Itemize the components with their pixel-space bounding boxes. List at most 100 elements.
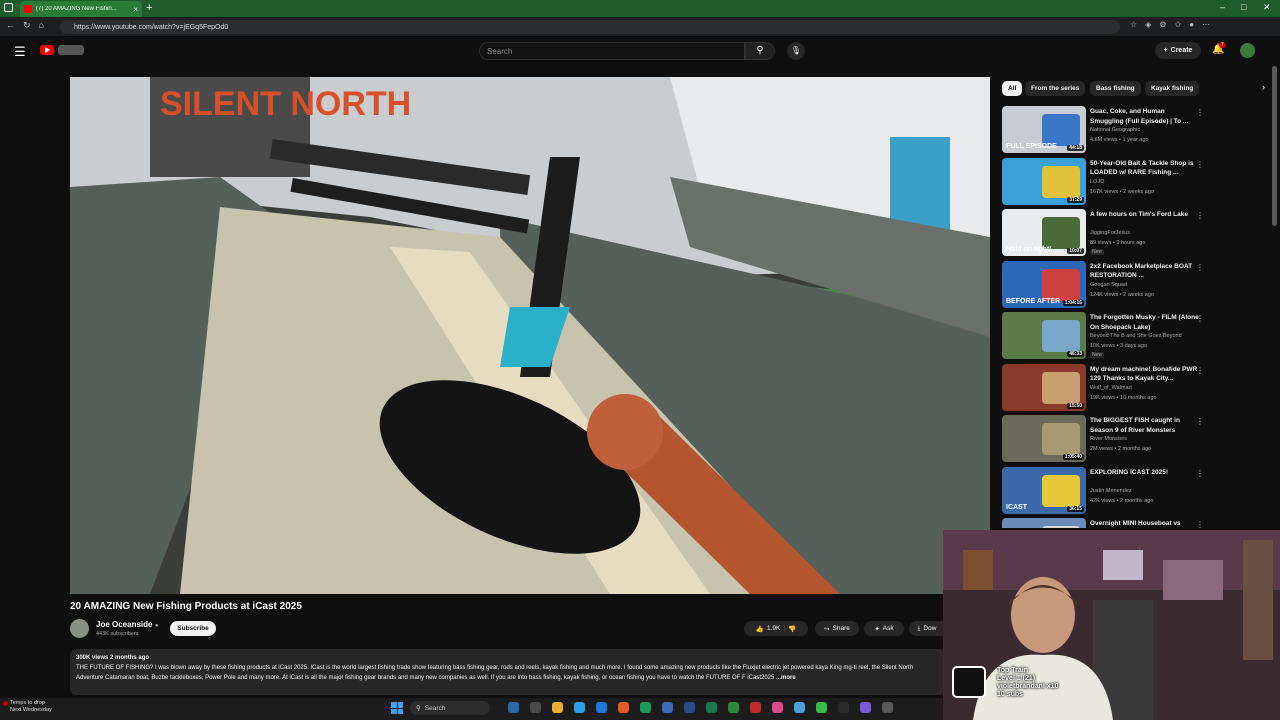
- channel-name[interactable]: JiggingForJesus: [1090, 230, 1130, 236]
- microphone-icon[interactable]: 🎙: [787, 42, 805, 60]
- close-window-icon[interactable]: ✕: [1263, 2, 1271, 13]
- more-options-icon[interactable]: ⋮: [1196, 366, 1204, 375]
- user-avatar[interactable]: [1240, 43, 1255, 58]
- new-tab-icon[interactable]: +: [146, 2, 152, 14]
- channel-avatar[interactable]: [70, 619, 89, 638]
- video-title[interactable]: 2x2 Facebook Marketplace BOAT RESTORATIO…: [1090, 262, 1200, 281]
- recommended-video[interactable]: 37:29 50-Year-Old Bait & Tackle Shop is L…: [1002, 157, 1266, 206]
- chip-bass-fishing[interactable]: Bass fishing: [1090, 81, 1141, 96]
- channel-name[interactable]: Beyond The B and She Goes Beyond: [1090, 333, 1182, 339]
- more-options-icon[interactable]: ⋮: [1196, 469, 1204, 478]
- more-options-icon[interactable]: ⋮: [1196, 108, 1204, 117]
- tab-close-icon[interactable]: ×: [133, 5, 138, 14]
- share-button[interactable]: ↪ Share: [815, 621, 859, 636]
- recommended-video[interactable]: ICAST 36:15 EXPLORING ICAST 2025! Justin Me…: [1002, 466, 1266, 515]
- video-thumbnail[interactable]: FULL EPISODE 44:18: [1002, 106, 1086, 153]
- back-icon[interactable]: ←: [6, 20, 15, 31]
- taskbar-app-icon[interactable]: [508, 702, 519, 713]
- video-title[interactable]: My dream machine! Bonafide PWR 129 Thank…: [1090, 365, 1200, 384]
- recommended-video[interactable]: Overnight MINI Houseboat vs ⋮: [1002, 518, 1266, 528]
- download-button[interactable]: ⤓ Dow: [909, 621, 945, 636]
- video-thumbnail[interactable]: [1002, 518, 1086, 528]
- video-thumbnail[interactable]: 46:33: [1002, 312, 1086, 359]
- recommended-video[interactable]: Hold on tight! 10:07 A few hours on Tim's …: [1002, 209, 1266, 257]
- extension-icon[interactable]: ◈: [1145, 20, 1151, 29]
- taskbar-app-icon[interactable]: [838, 702, 849, 713]
- taskbar-app-icon[interactable]: [728, 702, 739, 713]
- channel-name[interactable]: Wolf_of_Walmart: [1090, 385, 1132, 391]
- video-thumbnail[interactable]: 1:05:40: [1002, 415, 1086, 462]
- video-title[interactable]: EXPLORING ICAST 2025!: [1090, 468, 1200, 478]
- video-title[interactable]: 50-Year-Old Bait & Tackle Shop is LOADED…: [1090, 159, 1200, 178]
- youtube-logo-icon[interactable]: [40, 45, 54, 55]
- chips-next-icon[interactable]: ›: [1262, 82, 1265, 92]
- search-icon[interactable]: ⚲: [745, 42, 775, 60]
- maximize-icon[interactable]: □: [1241, 2, 1246, 12]
- taskbar-app-icon[interactable]: [552, 702, 563, 713]
- video-title[interactable]: A few hours on Tim's Ford Lake: [1090, 210, 1200, 220]
- taskbar-app-icon[interactable]: [860, 702, 871, 713]
- profile-icon[interactable]: ●: [1189, 20, 1194, 29]
- taskbar-app-icon[interactable]: [662, 702, 673, 713]
- show-more-link[interactable]: ...more: [776, 675, 796, 681]
- video-thumbnail[interactable]: Hold on tight! 10:07: [1002, 209, 1086, 256]
- channel-name[interactable]: National Geographic: [1090, 127, 1140, 133]
- subscribe-button[interactable]: Subscribe: [170, 621, 216, 636]
- video-title[interactable]: Guac, Coke, and Human Smuggling (Full Ep…: [1090, 107, 1200, 126]
- reload-icon[interactable]: ↻: [23, 20, 31, 31]
- thumbs-down-icon[interactable]: 👎: [788, 625, 796, 633]
- video-title[interactable]: Overnight MINI Houseboat vs: [1090, 519, 1200, 528]
- hamburger-menu-icon[interactable]: ☰: [14, 44, 26, 60]
- more-options-icon[interactable]: ⋮: [1196, 417, 1204, 426]
- video-description[interactable]: 300K views 2 months ago THE FUTURE OF FI…: [70, 649, 946, 695]
- taskbar-app-icon[interactable]: [530, 702, 541, 713]
- ask-button[interactable]: ✦ Ask: [864, 621, 904, 636]
- url-field[interactable]: https://www.youtube.com/watch?v=jEGq5Fep…: [60, 20, 1120, 34]
- home-icon[interactable]: ⌂: [39, 20, 44, 31]
- taskbar-app-icon[interactable]: [772, 702, 783, 713]
- taskbar-app-icon[interactable]: [706, 702, 717, 713]
- more-icon[interactable]: ⋯: [1202, 20, 1210, 29]
- extension-icon[interactable]: ⚙: [1159, 20, 1166, 29]
- taskbar-app-icon[interactable]: [882, 702, 893, 713]
- more-options-icon[interactable]: ⋮: [1196, 160, 1204, 169]
- more-options-icon[interactable]: ⋮: [1196, 314, 1204, 323]
- like-dislike-button[interactable]: 👍 1.9K | 👎: [744, 621, 808, 636]
- video-thumbnail[interactable]: 37:29: [1002, 157, 1086, 205]
- minimize-icon[interactable]: –: [1220, 2, 1225, 12]
- taskbar-app-icon[interactable]: [684, 702, 695, 713]
- more-options-icon[interactable]: ⋮: [1196, 211, 1204, 220]
- recommended-video[interactable]: 46:33 The Forgotten Musky - FILM (Alone O…: [1002, 312, 1266, 360]
- taskbar-app-icon[interactable]: [640, 702, 651, 713]
- taskbar-app-icon[interactable]: [750, 702, 761, 713]
- recommended-video[interactable]: 15:50 My dream machine! Bonafide PWR 129 …: [1002, 363, 1266, 412]
- video-thumbnail[interactable]: ICAST 36:15: [1002, 466, 1086, 514]
- recommended-video[interactable]: FULL EPISODE 44:18 Guac, Coke, and Human S…: [1002, 106, 1266, 154]
- chip-from-the-series[interactable]: From the series: [1025, 81, 1086, 96]
- browser-tab[interactable]: (7) 20 AMAZING New Fishin... ×: [20, 1, 142, 17]
- windows-start-icon[interactable]: [391, 702, 403, 714]
- more-options-icon[interactable]: ⋮: [1196, 520, 1204, 528]
- weather-widget[interactable]: Temps to drop Next Wednesday: [10, 700, 52, 714]
- channel-name[interactable]: Justin Menendez: [1090, 488, 1132, 494]
- video-player[interactable]: SILENT NORTH: [70, 77, 990, 594]
- more-options-icon[interactable]: ⋮: [1196, 263, 1204, 272]
- channel-name[interactable]: River Monsters: [1090, 436, 1127, 442]
- taskbar-app-icon[interactable]: [618, 702, 629, 713]
- bookmark-icon[interactable]: ☆: [1130, 20, 1137, 29]
- recommended-video[interactable]: 1:05:40 The BIGGEST FISH caught in Season…: [1002, 415, 1266, 463]
- recommended-video[interactable]: BEFORE AFTER 1:04:16 2x2 Facebook Marketpl…: [1002, 260, 1266, 309]
- taskbar-app-icon[interactable]: [574, 702, 585, 713]
- video-thumbnail[interactable]: 15:50: [1002, 363, 1086, 411]
- taskbar-app-icon[interactable]: [816, 702, 827, 713]
- favorites-icon[interactable]: ✩: [1175, 20, 1182, 29]
- scrollbar[interactable]: [1272, 66, 1277, 226]
- video-thumbnail[interactable]: BEFORE AFTER 1:04:16: [1002, 260, 1086, 308]
- video-title[interactable]: The Forgotten Musky - FILM (Alone On Sho…: [1090, 313, 1200, 332]
- channel-name[interactable]: Googan Squad: [1090, 282, 1127, 288]
- chip-all[interactable]: All: [1002, 81, 1023, 96]
- taskbar-app-icon[interactable]: [794, 702, 805, 713]
- chip-kayak-fishing[interactable]: Kayak fishing: [1145, 81, 1200, 96]
- youtube-wordmark[interactable]: [58, 45, 84, 55]
- taskbar-app-icon[interactable]: [596, 702, 607, 713]
